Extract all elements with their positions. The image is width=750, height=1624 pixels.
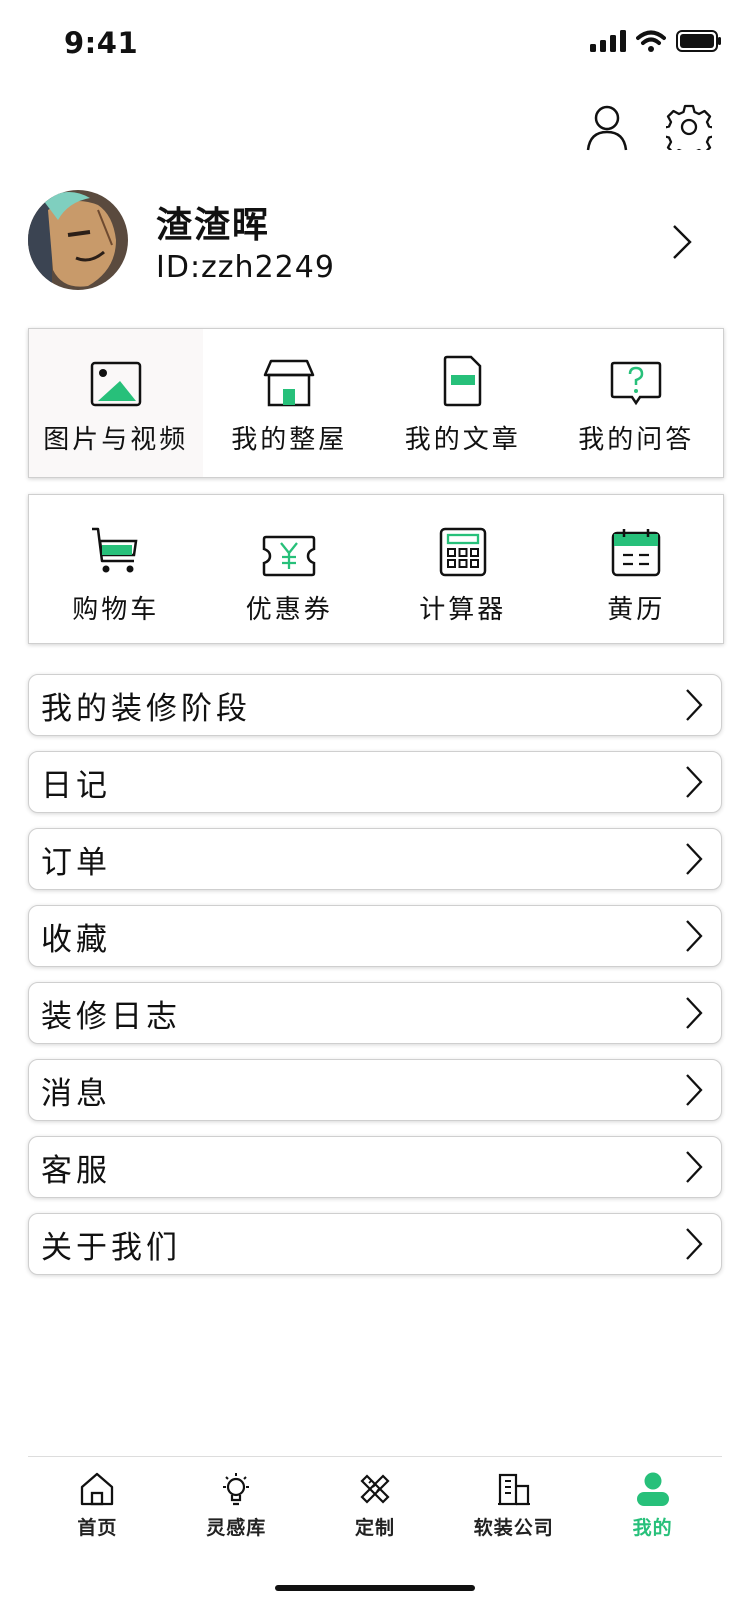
lightbulb-icon — [223, 1473, 250, 1506]
bottom-tab-bar: 首页 灵感库 定制 软装公司 我的 — [28, 1456, 722, 1557]
building-icon — [497, 1473, 530, 1506]
grid-label: 黄历 — [607, 595, 666, 625]
calendar-icon — [612, 529, 661, 577]
tab-soft-decor-company[interactable]: 软装公司 — [444, 1457, 583, 1557]
menu-row-favorites[interactable]: 收藏 — [28, 905, 722, 967]
menu-row-renovation-stage[interactable]: 我的装修阶段 — [28, 674, 722, 736]
top-actions — [586, 104, 712, 152]
menu-row-label: 日记 — [41, 767, 111, 804]
home-icon — [81, 1472, 114, 1506]
status-time: 9:41 — [64, 26, 139, 60]
chevron-right-icon — [686, 920, 703, 952]
article-icon — [443, 355, 481, 407]
person-icon — [636, 1472, 669, 1506]
tab-mine[interactable]: 我的 — [583, 1457, 722, 1557]
chevron-right-icon — [686, 689, 703, 721]
grid-item-my-qa[interactable]: 我的问答 — [550, 329, 724, 477]
menu-row-label: 收藏 — [41, 921, 111, 958]
profile-chevron-right-icon[interactable] — [672, 224, 692, 260]
tab-home[interactable]: 首页 — [28, 1457, 167, 1557]
user-id: ID:zzh2249 — [156, 250, 335, 285]
grid-item-images-videos[interactable]: 图片与视频 — [29, 329, 203, 477]
tab-label: 首页 — [77, 1517, 118, 1539]
grid-label: 我的整屋 — [231, 425, 348, 455]
menu-row-label: 关于我们 — [41, 1229, 181, 1266]
menu-row-renovation-log[interactable]: 装修日志 — [28, 982, 722, 1044]
grid-label: 我的问答 — [578, 425, 695, 455]
menu-row-messages[interactable]: 消息 — [28, 1059, 722, 1121]
signal-icon — [590, 30, 626, 52]
menu-row-about-us[interactable]: 关于我们 — [28, 1213, 722, 1275]
grid-label: 购物车 — [72, 595, 160, 625]
grid-label: 图片与视频 — [43, 425, 189, 455]
tab-inspiration[interactable]: 灵感库 — [167, 1457, 306, 1557]
avatar[interactable] — [28, 190, 128, 290]
house-icon — [264, 359, 315, 407]
grid-label: 计算器 — [419, 595, 507, 625]
tools-grid-card: 购物车 优惠券 计算器 黄历 — [28, 494, 724, 644]
chevron-right-icon — [686, 1074, 703, 1106]
tab-label: 软装公司 — [473, 1517, 554, 1539]
tab-label: 灵感库 — [206, 1517, 267, 1539]
menu-row-label: 我的装修阶段 — [41, 690, 251, 727]
menu-row-customer-service[interactable]: 客服 — [28, 1136, 722, 1198]
tab-label: 定制 — [354, 1517, 395, 1539]
cart-icon — [91, 527, 138, 573]
coupon-icon — [263, 535, 316, 577]
menu-row-label: 装修日志 — [41, 998, 181, 1035]
chevron-right-icon — [686, 1151, 703, 1183]
calculator-icon — [439, 527, 486, 577]
tools-icon — [360, 1474, 390, 1504]
grid-item-almanac[interactable]: 黄历 — [550, 495, 724, 643]
chevron-right-icon — [686, 997, 703, 1029]
grid-label: 我的文章 — [404, 425, 521, 455]
grid-label: 优惠券 — [245, 595, 333, 625]
user-icon[interactable] — [586, 104, 628, 152]
question-icon — [611, 361, 662, 406]
username: 渣渣晖 — [156, 205, 271, 246]
status-icons — [590, 30, 722, 52]
content-grid-card: 图片与视频 我的整屋 我的文章 我的问答 — [28, 328, 724, 478]
grid-item-calculator[interactable]: 计算器 — [376, 495, 550, 643]
grid-item-my-articles[interactable]: 我的文章 — [376, 329, 550, 477]
menu-row-diary[interactable]: 日记 — [28, 751, 722, 813]
menu-row-orders[interactable]: 订单 — [28, 828, 722, 890]
chevron-right-icon — [686, 766, 703, 798]
settings-gear-icon[interactable] — [666, 104, 712, 150]
menu-row-label: 消息 — [41, 1075, 111, 1112]
menu-row-label: 客服 — [41, 1152, 111, 1189]
menu-row-label: 订单 — [41, 844, 111, 881]
chevron-right-icon — [686, 843, 703, 875]
chevron-right-icon — [686, 1228, 703, 1260]
wifi-icon — [636, 30, 666, 52]
tab-custom[interactable]: 定制 — [306, 1457, 445, 1557]
home-indicator — [275, 1585, 475, 1591]
image-icon — [90, 361, 141, 407]
grid-item-my-house[interactable]: 我的整屋 — [203, 329, 377, 477]
grid-item-cart[interactable]: 购物车 — [29, 495, 203, 643]
battery-icon — [676, 30, 721, 52]
grid-item-coupon[interactable]: 优惠券 — [203, 495, 377, 643]
tab-label: 我的 — [632, 1517, 673, 1539]
